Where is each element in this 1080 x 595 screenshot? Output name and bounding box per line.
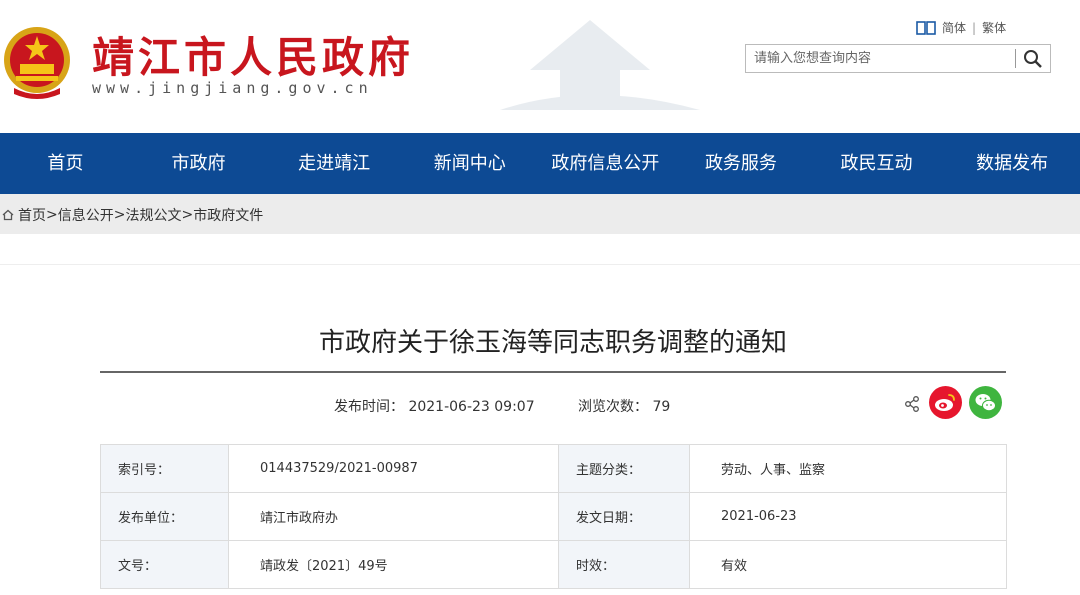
search-divider (1015, 49, 1016, 68)
issue-date-label: 发文日期： (558, 492, 690, 541)
language-separator: | (972, 20, 977, 35)
traditional-chinese-link[interactable]: 繁体 (982, 19, 1006, 36)
document-number-value: 靖政发〔2021〕49号 (228, 540, 559, 589)
nav-item-home[interactable]: 首页 (0, 133, 131, 194)
wechat-share-button[interactable] (969, 386, 1002, 419)
issuing-unit-value: 靖江市政府办 (228, 492, 559, 541)
document-info-table: 索引号： 014437529/2021-00987 主题分类： 劳动、人事、监察… (100, 444, 1007, 589)
nav-item-city-government[interactable]: 市政府 (131, 133, 267, 194)
simplified-chinese-link[interactable]: 简体 (942, 19, 966, 36)
issuing-unit-label: 发布单位： (100, 492, 229, 541)
breadcrumb-bar: 首页 > 信息公开 > 法规公文 > 市政府文件 (0, 194, 1080, 234)
book-icon (916, 20, 936, 35)
page-title: 市政府关于徐玉海等同志职务调整的通知 (318, 328, 787, 358)
home-icon (2, 209, 14, 221)
wechat-icon (975, 394, 996, 412)
document-number-label: 文号： (100, 540, 229, 589)
view-count-label: 浏览次数： (578, 399, 648, 415)
publish-time: 发布时间： 2021-06-23 09:07 (334, 396, 535, 416)
breadcrumb: 首页 > 信息公开 > 法规公文 > 市政府文件 (0, 205, 263, 225)
index-number-value: 014437529/2021-00987 (228, 444, 559, 493)
breadcrumb-link-info-disclosure[interactable]: 信息公开 (58, 205, 114, 225)
search-box (745, 44, 1051, 73)
nav-item-about-jingjiang[interactable]: 走进靖江 (266, 133, 402, 194)
topic-category-value: 劳动、人事、监察 (689, 444, 1007, 493)
nav-item-data-release[interactable]: 数据发布 (944, 133, 1080, 194)
language-switch: 简体 | 繁体 (916, 19, 1006, 36)
table-row: 文号： 靖政发〔2021〕49号 时效： 有效 (100, 540, 1007, 589)
breadcrumb-separator: > (113, 207, 126, 223)
nav-item-public-interaction[interactable]: 政民互动 (809, 133, 945, 194)
breadcrumb-separator: > (181, 207, 194, 223)
table-row: 索引号： 014437529/2021-00987 主题分类： 劳动、人事、监察 (100, 444, 1007, 493)
validity-label: 时效： (558, 540, 690, 589)
search-button[interactable] (1019, 47, 1047, 71)
breadcrumb-separator: > (46, 207, 58, 223)
search-input[interactable] (746, 45, 1014, 72)
divider-line (0, 264, 1080, 265)
breadcrumb-link-regulations[interactable]: 法规公文 (125, 205, 181, 225)
index-number-label: 索引号： (100, 444, 229, 493)
nav-item-government-services[interactable]: 政务服务 (673, 133, 809, 194)
publish-time-value: 2021-06-23 09:07 (408, 399, 535, 415)
site-header: 靖江市人民政府 www.jingjiang.gov.cn 简体 | 繁体 (0, 0, 1080, 133)
view-count-value: 79 (652, 399, 671, 415)
nav-item-news-center[interactable]: 新闻中心 (402, 133, 538, 194)
site-domain: www.jingjiang.gov.cn (92, 79, 373, 97)
main-nav: 首页 市政府 走进靖江 新闻中心 政府信息公开 政务服务 政民互动 数据发布 (0, 133, 1080, 194)
breadcrumb-link-city-documents[interactable]: 市政府文件 (193, 205, 263, 225)
share-icon[interactable] (903, 395, 921, 413)
site-title[interactable]: 靖江市人民政府 (92, 24, 414, 85)
breadcrumb-link-home[interactable]: 首页 (18, 205, 46, 225)
search-icon (1024, 50, 1042, 68)
nav-item-info-disclosure[interactable]: 政府信息公开 (538, 133, 674, 194)
table-row: 发布单位： 靖江市政府办 发文日期： 2021-06-23 (100, 492, 1007, 541)
publish-time-label: 发布时间： (334, 399, 404, 415)
weibo-share-button[interactable] (929, 386, 962, 419)
topic-category-label: 主题分类： (558, 444, 690, 493)
title-underline (100, 371, 1006, 373)
emblem-icon (4, 27, 70, 99)
issue-date-value: 2021-06-23 (689, 492, 1007, 541)
view-count: 浏览次数： 79 (578, 396, 670, 416)
weibo-icon (935, 394, 955, 411)
validity-value: 有效 (689, 540, 1007, 589)
pagoda-background-icon (500, 20, 700, 110)
